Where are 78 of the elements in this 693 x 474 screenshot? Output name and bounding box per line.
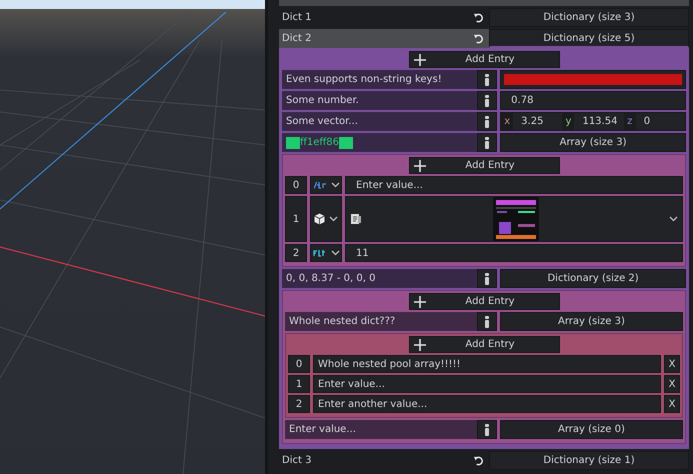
add-entry-button[interactable]: Add Entry (408, 157, 560, 174)
info-icon (484, 94, 490, 106)
collection-button[interactable]: Dictionary (size 2) (500, 269, 686, 288)
collection-button[interactable]: Array (size 0) (500, 420, 683, 439)
entry-key: Some vector... (286, 116, 358, 127)
entry-key: Even supports non-string keys! (286, 74, 442, 85)
plus-icon (414, 54, 426, 66)
index-label: 1 (285, 196, 307, 242)
info-icon (484, 272, 490, 284)
revert-button[interactable] (467, 29, 489, 48)
dictionary-button[interactable]: Dictionary (size 5) (489, 29, 689, 48)
info-button[interactable] (477, 112, 498, 131)
revert-icon (472, 455, 484, 466)
index-label: 0 (288, 355, 310, 373)
caret-icon (330, 250, 340, 256)
info-button[interactable] (477, 133, 498, 152)
index-label: 0 (285, 176, 307, 194)
property-label: Dict 2 (279, 29, 467, 48)
axis-label: x (501, 113, 514, 130)
plus-icon (414, 296, 426, 308)
entry-key: 0, 0, 8.37 - 0, 0, 0 (286, 273, 376, 284)
entry-key: Enter value... (289, 424, 356, 435)
value-field[interactable]: Whole nested pool array!!!!! (313, 355, 661, 373)
color-picker-button[interactable] (500, 70, 686, 89)
value-field[interactable]: Enter value... (313, 375, 661, 393)
string-type-icon (312, 181, 326, 189)
entry-key: Whole nested dict??? (289, 316, 396, 327)
caret-icon (669, 216, 678, 222)
index-label: 1 (288, 375, 310, 393)
cube-icon (314, 213, 325, 225)
axis-label: z (624, 113, 636, 130)
info-icon (484, 116, 490, 128)
info-icon (484, 74, 490, 86)
type-selector[interactable] (310, 244, 342, 262)
collection-button[interactable]: Array (size 3) (500, 133, 686, 152)
plus-icon (414, 160, 426, 172)
texture-thumbnail (492, 197, 538, 241)
color-key-label: ff1eff86 (300, 137, 340, 148)
resource-picker[interactable] (345, 196, 683, 242)
dictionary-button[interactable]: Dictionary (size 3) (489, 8, 689, 27)
delete-button[interactable]: X (664, 355, 680, 373)
info-icon (484, 136, 490, 148)
revert-icon (472, 12, 484, 23)
vector-component-field[interactable]: 0 (636, 116, 650, 127)
vector-component-field[interactable]: 113.54 (574, 116, 618, 127)
plus-icon (414, 338, 426, 350)
info-button[interactable] (477, 70, 498, 89)
document-icon (350, 213, 362, 225)
dictionary-button[interactable]: Dictionary (size 1) (489, 451, 689, 470)
delete-button[interactable]: X (664, 395, 680, 413)
index-label: 2 (288, 395, 310, 413)
value-field[interactable]: Enter value... (345, 176, 683, 194)
entry-key: Some number. (286, 95, 359, 106)
value-field[interactable]: Enter another value... (313, 395, 661, 413)
vector-component-field[interactable]: 3.25 (513, 116, 544, 127)
collection-button[interactable]: Array (size 3) (500, 312, 683, 331)
color-swatch (339, 136, 354, 148)
float-type-icon (312, 249, 326, 257)
property-label: Dict 1 (281, 11, 312, 25)
caret-icon (330, 182, 340, 188)
add-entry-button[interactable]: Add Entry (408, 293, 560, 310)
number-field[interactable]: 0.78 (500, 91, 686, 110)
property-label: Dict 3 (281, 454, 312, 468)
info-button[interactable] (477, 91, 498, 110)
add-entry-button[interactable]: Add Entry (408, 336, 560, 353)
value-field[interactable]: 11 (345, 244, 683, 262)
axis-label: y (562, 113, 574, 130)
info-button[interactable] (476, 312, 497, 331)
type-selector[interactable] (310, 196, 342, 242)
add-entry-button[interactable]: Add Entry (408, 51, 560, 68)
caret-icon (329, 216, 338, 222)
info-icon (484, 316, 490, 328)
index-label: 2 (285, 244, 307, 262)
info-icon (484, 424, 490, 436)
info-button[interactable] (477, 269, 498, 288)
revert-icon (472, 33, 484, 44)
info-button[interactable] (476, 420, 497, 439)
delete-button[interactable]: X (664, 375, 680, 393)
